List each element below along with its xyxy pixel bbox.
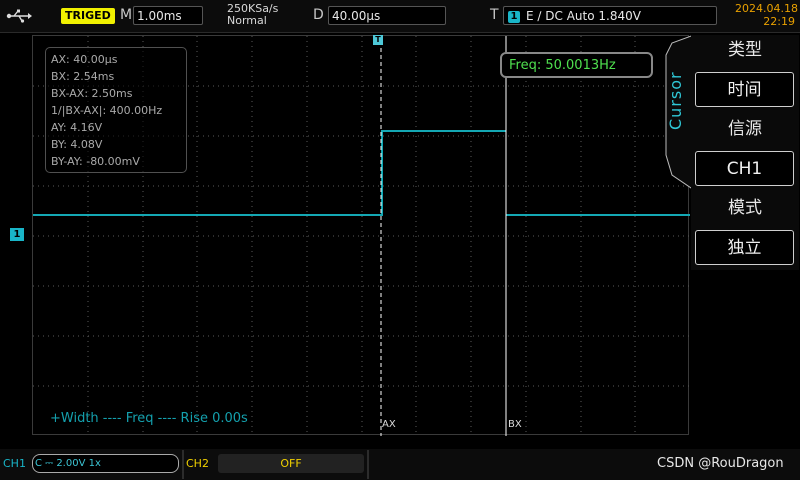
acquisition-mode: Normal xyxy=(227,14,267,27)
readout-bx: BX: 2.54ms xyxy=(51,70,115,83)
ch1-level-marker[interactable]: 1 xyxy=(10,228,24,241)
usb-icon xyxy=(6,9,32,23)
trigger-position-marker: T xyxy=(373,35,383,45)
readout-ax: AX: 40.00µs xyxy=(51,53,118,66)
trigger-label: T xyxy=(490,7,499,23)
delay-label: D xyxy=(313,7,324,23)
readout-inverse: 1/|BX-AX|: 400.00Hz xyxy=(51,104,163,117)
delay-field[interactable]: 40.00µs xyxy=(328,6,446,25)
ch2-label[interactable]: CH2 xyxy=(186,457,209,470)
menu-mode-title: 模式 xyxy=(728,198,762,218)
timebase-label: M xyxy=(120,7,133,23)
cursor-bx-label: BX xyxy=(508,419,522,430)
measurement-line: +Width ---- Freq ---- Rise 0.00s xyxy=(50,411,248,426)
trigger-settings: E ∕ DC Auto 1.840V xyxy=(526,9,641,23)
time: 22:19 xyxy=(763,15,795,28)
readout-bx-ax: BX-AX: 2.50ms xyxy=(51,87,133,100)
cursor-readout-panel: AX: 40.00µs BX: 2.54ms BX-AX: 2.50ms 1/|… xyxy=(45,47,187,173)
readout-ay: AY: 4.16V xyxy=(51,121,103,134)
top-status-bar: TRIGED M 1.00ms 250KSa/s Normal D 40.00µ… xyxy=(0,0,800,33)
trigger-status-badge: TRIGED xyxy=(61,8,115,24)
ch2-settings-field[interactable]: OFF xyxy=(218,454,364,473)
side-menu: 类型 时间 信源 CH1 模式 独立 xyxy=(691,35,799,270)
menu-tab-label: Cursor xyxy=(666,71,685,130)
separator xyxy=(182,450,184,479)
trigger-channel-badge: 1 xyxy=(508,10,520,23)
menu-type-title: 类型 xyxy=(728,40,762,60)
cursor-ax-label: AX xyxy=(382,419,396,430)
acquisition-info: 250KSa/s Normal xyxy=(227,3,278,27)
timebase-field[interactable]: 1.00ms xyxy=(133,6,203,25)
ch1-label[interactable]: CH1 xyxy=(3,457,26,470)
menu-mode-button[interactable]: 独立 xyxy=(695,230,794,265)
date: 2024.04.18 xyxy=(735,2,798,15)
menu-source-title: 信源 xyxy=(728,119,762,139)
separator xyxy=(367,450,369,479)
readout-by: BY: 4.08V xyxy=(51,138,103,151)
watermark: CSDN @RouDragon xyxy=(657,456,784,471)
menu-source-button[interactable]: CH1 xyxy=(695,151,794,186)
frequency-counter: Freq: 50.0013Hz xyxy=(500,52,653,78)
trigger-field[interactable]: 1 E ∕ DC Auto 1.840V xyxy=(503,6,717,25)
readout-by-ay: BY-AY: -80.00mV xyxy=(51,155,140,168)
ch1-settings-field[interactable]: C ⎓ 2.00V 1x xyxy=(32,454,179,473)
datetime: 2024.04.18 22:19 xyxy=(735,2,798,28)
menu-type-button[interactable]: 时间 xyxy=(695,72,794,107)
